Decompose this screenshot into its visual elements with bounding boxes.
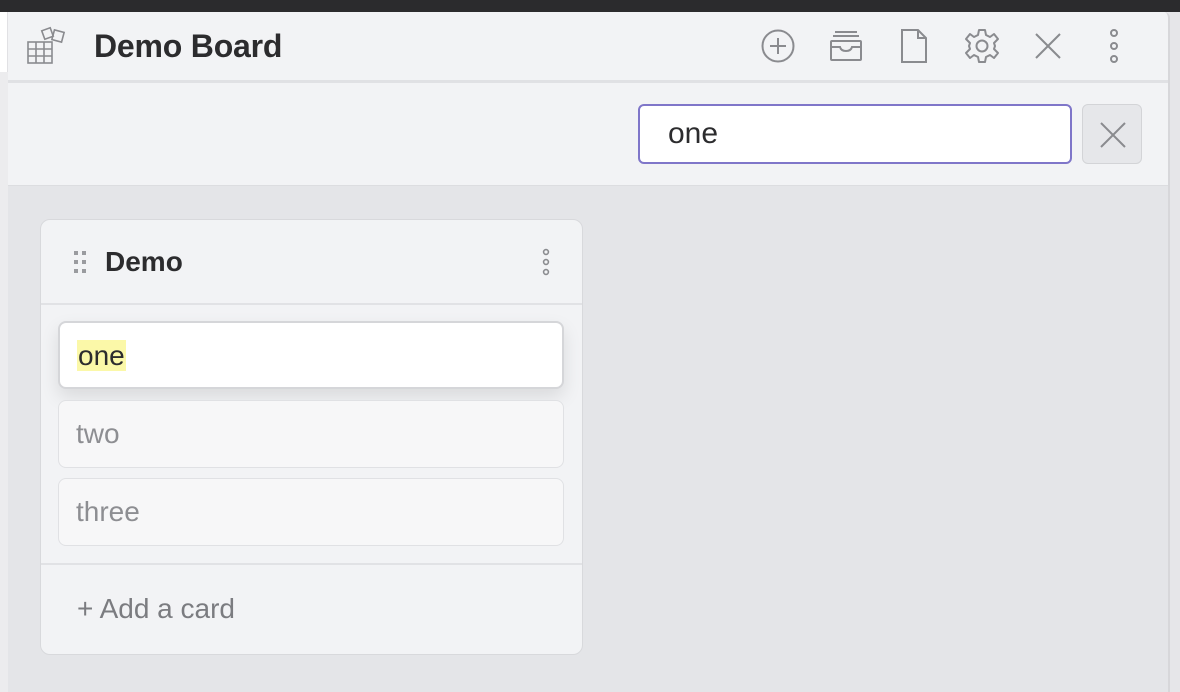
new-card-button[interactable] <box>758 26 798 66</box>
document-icon <box>894 26 934 66</box>
card-text: two <box>76 418 120 449</box>
archive-button[interactable] <box>826 26 866 66</box>
gear-icon <box>962 26 1002 66</box>
close-button[interactable] <box>1028 26 1068 66</box>
lane-title: Demo <box>105 246 183 277</box>
board-title: Demo Board <box>94 28 283 64</box>
lane-menu-button[interactable] <box>537 246 555 278</box>
card-two[interactable]: two <box>58 400 564 468</box>
close-icon <box>1028 26 1068 66</box>
search-input[interactable] <box>638 104 1072 164</box>
lane-demo: Demo one two three + Add a card <box>40 219 583 655</box>
archive-icon <box>826 26 866 66</box>
kanban-view: Demo Board one Demo one two three + Add … <box>8 12 1170 692</box>
title-bar-strip <box>0 0 1180 12</box>
open-as-markdown-button[interactable] <box>894 26 934 66</box>
kanban-board-icon <box>26 26 66 66</box>
left-pane-edge-shade <box>0 72 8 692</box>
more-vertical-icon <box>537 248 555 282</box>
more-options-button[interactable] <box>1094 26 1134 66</box>
lane-footer: + Add a card <box>41 563 582 654</box>
search-bar <box>8 83 1168 186</box>
plus-circle-icon <box>758 26 798 66</box>
drag-handle-icon[interactable] <box>73 250 87 274</box>
add-card-button[interactable]: + Add a card <box>77 589 235 629</box>
view-header: Demo Board <box>8 12 1168 83</box>
card-text: three <box>76 496 140 527</box>
more-vertical-icon <box>1094 26 1134 66</box>
card-one[interactable]: one <box>58 321 564 389</box>
search-match-highlight: one <box>77 340 126 371</box>
card-three[interactable]: three <box>58 478 564 546</box>
clear-search-button[interactable] <box>1082 104 1142 164</box>
lane-header: Demo <box>41 220 582 305</box>
board-settings-button[interactable] <box>962 26 1002 66</box>
